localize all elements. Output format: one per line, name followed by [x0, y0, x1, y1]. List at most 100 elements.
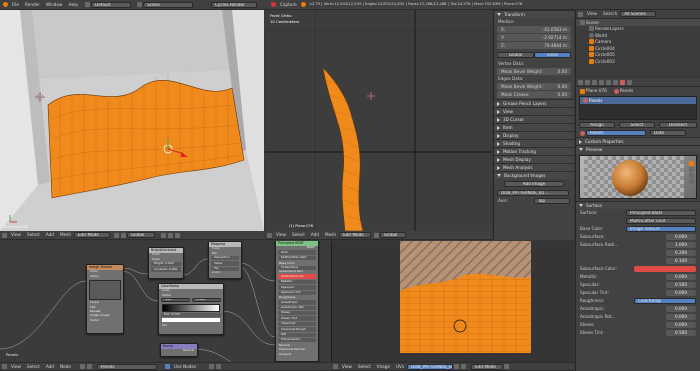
pivot-icon[interactable]	[121, 232, 126, 238]
texture-tab-icon[interactable]	[627, 79, 632, 85]
editor-type-icon[interactable]	[2, 232, 7, 238]
color-ramp-gradient[interactable]	[162, 303, 220, 312]
menu-window[interactable]: Window	[43, 2, 66, 7]
node-pr-row[interactable]: Clearcoat Rough	[278, 327, 316, 332]
node-pr-row[interactable]: Specular Tint	[278, 290, 316, 295]
render-tab-icon[interactable]	[578, 79, 583, 85]
subsurface-radius-z[interactable]: 0.100	[576, 257, 700, 265]
image-pin-icon[interactable]	[461, 364, 467, 369]
node-menu-select[interactable]: Select	[24, 364, 43, 369]
add-image-button[interactable]: Add Image	[504, 180, 564, 187]
section-background-images[interactable]: Background Images	[494, 171, 574, 179]
material-name-field[interactable]: Panels	[586, 130, 646, 136]
data-tab-icon[interactable]	[613, 79, 618, 85]
sheen-field[interactable]: Sheen: 0.000	[576, 321, 700, 329]
base-color-field[interactable]: Base Color Image Texture	[576, 225, 700, 233]
world-tab-icon[interactable]	[592, 79, 597, 85]
surface-panel[interactable]: Surface	[576, 201, 700, 209]
node-pr-row[interactable]: Sheen	[278, 311, 316, 316]
vp2-menu-view[interactable]: View	[273, 232, 289, 237]
section-mesh-analysis[interactable]: Mesh Analysis	[494, 163, 574, 171]
image-mode-dropdown[interactable]: Edit Mode	[471, 363, 504, 370]
node-pr-row[interactable]: Multiscatter GGX	[278, 255, 316, 261]
section-3d-cursor[interactable]: 3D Cursor	[494, 115, 574, 123]
node-pr-row[interactable]: GGX	[278, 250, 316, 255]
node-color-ramp[interactable]: ColorRamp Color Alpha RGB Linear Pos: 0.…	[158, 283, 224, 335]
local-toggle[interactable]: Local	[534, 51, 571, 58]
vp2-menu-mesh[interactable]: Mesh	[322, 232, 339, 237]
specular-tint-field[interactable]: Specular Tint: 0.000	[576, 289, 700, 297]
record-icon[interactable]	[271, 2, 276, 7]
material-dropdown[interactable]: Panels	[96, 363, 157, 370]
snap-node-icon[interactable]	[216, 364, 222, 369]
vp-menu-mesh[interactable]: Mesh	[57, 232, 74, 237]
assign-button[interactable]: Assign	[579, 122, 615, 128]
image-editor-type-icon[interactable]	[333, 364, 338, 369]
node-mapping[interactable]: Mapping Color Fac Saturation Value Fac C…	[208, 241, 242, 279]
node-bump[interactable]: Bump Normal	[160, 343, 198, 357]
link-data-dropdown[interactable]: Data	[650, 130, 686, 136]
subsurface-color-field[interactable]: Subsurface Color:	[576, 265, 700, 273]
section-view[interactable]: View	[494, 107, 574, 115]
layout-dropdown[interactable]: Default	[91, 1, 131, 8]
custom-properties-panel[interactable]: Custom Properties	[576, 137, 700, 145]
node-pr-row[interactable]: Clearcoat	[278, 321, 316, 327]
vp-menu-view[interactable]: View	[8, 232, 24, 237]
viewport-left[interactable]: (1) Plane.076	[0, 10, 264, 231]
roughness-field[interactable]: Roughness: ColorRamp	[576, 297, 700, 305]
shading-icon-2[interactable]	[374, 232, 379, 238]
material-slot-list[interactable]: Panels	[579, 96, 697, 120]
menu-file[interactable]: File	[9, 2, 22, 7]
preview-cube-icon[interactable]	[689, 167, 694, 172]
subsurface-color-swatch[interactable]	[634, 266, 696, 272]
uv-menu-image[interactable]: Image	[374, 364, 393, 369]
node-bc-row[interactable]: Contrast: 0.000	[151, 267, 181, 272]
preview-hair-icon[interactable]	[689, 179, 694, 184]
object-tab-icon[interactable]	[599, 79, 604, 85]
uv-sync-icon[interactable]	[504, 364, 510, 369]
node-principled-bsdf[interactable]: Principled BSDF BSDF GGX Multiscatter GG…	[275, 241, 319, 362]
color-ramp-swatch[interactable]	[162, 318, 220, 323]
preview-sphere-icon[interactable]	[689, 161, 694, 166]
orientation-dropdown-2[interactable]: Global	[380, 232, 406, 238]
node-editor[interactable]: Image Texture Color Alpha Linear Flat Re…	[0, 241, 330, 362]
proportional-icon[interactable]	[175, 232, 180, 238]
node-pr-row[interactable]: Specular	[278, 285, 316, 290]
distribution-field[interactable]: Multiscatter GGX	[576, 217, 700, 225]
mean-bevel-weight-edges-field[interactable]: Mean Bevel Weight: 0.00	[497, 83, 571, 90]
node-menu-add[interactable]: Add	[43, 364, 57, 369]
node-cr-row[interactable]: Pos: 0.500	[161, 312, 221, 318]
mean-crease-field[interactable]: Mean Crease: 0.00	[497, 91, 571, 98]
blender-logo-icon[interactable]	[3, 2, 8, 7]
editor-type-icon-2[interactable]	[267, 232, 272, 238]
snap-icon[interactable]	[168, 232, 173, 238]
shader-tree-icon[interactable]	[79, 364, 85, 369]
node-mapping-row[interactable]: Value	[211, 261, 239, 266]
transform-header[interactable]: Transform	[494, 10, 574, 18]
menu-help[interactable]: Help	[65, 2, 81, 7]
outliner-display-dropdown[interactable]: All Scenes	[620, 11, 657, 17]
anisotropic-rotation-field[interactable]: Anisotropic Rot... 0.000	[576, 313, 700, 321]
metallic-field[interactable]: Metallic: 0.000	[576, 273, 700, 281]
node-pr-row[interactable]: Sheen Tint	[278, 316, 316, 321]
outliner-type-icon[interactable]	[578, 11, 583, 17]
subsurface-field[interactable]: Subsurface: 0.000	[576, 233, 700, 241]
shading-icon[interactable]	[114, 232, 119, 238]
vp-menu-add[interactable]: Add	[43, 232, 57, 237]
y-field[interactable]: Y: -2.92714 m	[497, 34, 571, 41]
object-shader-icon[interactable]	[86, 364, 92, 369]
node-image-texture[interactable]: Image Texture Color Alpha Linear Flat Re…	[86, 264, 124, 334]
specular-field[interactable]: Specular: 0.500	[576, 281, 700, 289]
uv-menu-view[interactable]: View	[339, 364, 355, 369]
subsurface-radius-y[interactable]: 0.200	[576, 249, 700, 257]
layers-icon[interactable]	[161, 232, 166, 238]
node-pr-row[interactable]: Metallic	[278, 279, 316, 285]
node-pr-row[interactable]: Anisotropic Rot	[278, 305, 316, 311]
vp2-menu-add[interactable]: Add	[308, 232, 322, 237]
image-browse-dropdown[interactable]: DDB_PATTERNDE_B1...	[407, 363, 454, 370]
node-pr-row[interactable]: Subsurface Col	[278, 274, 316, 279]
section-grease-pencil[interactable]: Grease Pencil Layers	[494, 99, 574, 107]
section-item[interactable]: Item	[494, 123, 574, 131]
vp-menu-select[interactable]: Select	[24, 232, 43, 237]
anisotropic-field[interactable]: Anisotropic: 0.000	[576, 305, 700, 313]
